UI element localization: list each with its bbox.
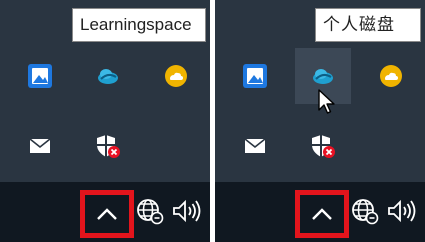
tray-item-windows-security[interactable] (295, 118, 351, 174)
tray-tooltip: 个人磁盘 (315, 8, 421, 42)
taskbar-tray-area (215, 182, 425, 242)
tray-item-photos[interactable] (227, 48, 283, 104)
mouse-cursor-icon (318, 89, 335, 114)
network-globe-icon (137, 199, 164, 225)
network-globe-icon (352, 199, 379, 225)
show-hidden-icons-button[interactable] (80, 190, 134, 238)
taskbar-tray-area (0, 182, 210, 242)
show-hidden-icons-button[interactable] (295, 190, 349, 238)
network-button[interactable] (351, 196, 379, 226)
chevron-up-icon (312, 208, 332, 220)
tray-item-onedrive[interactable] (148, 48, 204, 104)
tray-item-onedrive[interactable] (363, 48, 419, 104)
tray-item-learningspace[interactable] (80, 48, 136, 104)
tray-item-mail[interactable] (227, 118, 283, 174)
security-warning-icon (312, 135, 335, 158)
speaker-icon (173, 199, 201, 223)
tray-item-mail[interactable] (12, 118, 68, 174)
cloud-drive-icon (98, 69, 118, 84)
tray-tooltip: Learningspace (72, 8, 206, 42)
security-warning-icon (97, 135, 120, 158)
cloud-drive-icon (313, 69, 333, 84)
tray-item-windows-security[interactable] (80, 118, 136, 174)
photos-icon (243, 64, 267, 88)
mail-icon (244, 138, 266, 153)
speaker-icon (388, 199, 416, 223)
volume-button[interactable] (170, 196, 204, 226)
onedrive-cloud-icon (380, 65, 402, 87)
network-button[interactable] (136, 196, 164, 226)
tray-item-photos[interactable] (12, 48, 68, 104)
onedrive-cloud-icon (165, 65, 187, 87)
mail-icon (29, 138, 51, 153)
tray-panel-personal-disk: 个人磁盘 (215, 0, 425, 242)
tray-panel-learningspace: Learningspace (0, 0, 210, 242)
chevron-up-icon (97, 208, 117, 220)
volume-button[interactable] (385, 196, 419, 226)
photos-icon (28, 64, 52, 88)
